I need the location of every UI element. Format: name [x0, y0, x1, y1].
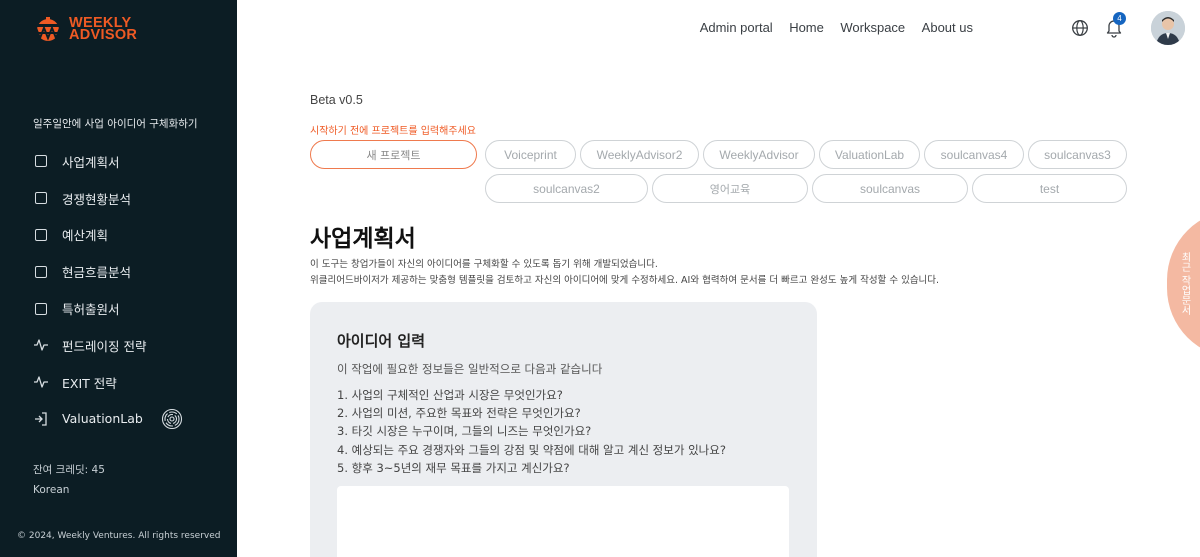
project-pill[interactable]: WeeklyAdvisor2: [580, 140, 699, 169]
idea-input-card: 아이디어 입력 이 작업에 필요한 정보들은 일반적으로 다음과 같습니다 1.…: [310, 302, 817, 557]
recent-documents-tab[interactable]: 최근 작업문서: [1167, 210, 1200, 358]
sidebar-section-title: 일주일안에 사업 아이디어 구체화하기: [33, 118, 198, 130]
top-nav: Admin portal Home Workspace About us: [700, 20, 973, 35]
sidebar-item-label: ValuationLab: [62, 411, 143, 427]
checkbox-icon: [33, 227, 49, 243]
card-title: 아이디어 입력: [337, 332, 426, 350]
checkbox-icon: [33, 264, 49, 280]
globe-icon[interactable]: [1071, 19, 1089, 37]
project-pill[interactable]: soulcanvas: [812, 174, 968, 203]
logo-mark-icon: [34, 17, 62, 41]
language-selector[interactable]: Korean: [33, 484, 69, 496]
list-item: 1. 사업의 구체적인 산업과 시장은 무엇인가요?: [337, 388, 563, 402]
nav-link-workspace[interactable]: Workspace: [840, 20, 905, 35]
list-item: 4. 예상되는 주요 경쟁자와 그들의 강점 및 약점에 대해 알고 계신 정보…: [337, 442, 726, 457]
nav-link-about-us[interactable]: About us: [922, 20, 973, 35]
card-subtitle: 이 작업에 필요한 정보들은 일반적으로 다음과 같습니다: [337, 362, 603, 376]
project-pill[interactable]: test: [972, 174, 1127, 203]
sidebar-item-label: 경쟁현황분석: [62, 191, 132, 207]
sidebar-item-label: EXIT 전략: [62, 375, 117, 391]
sidebar-item-budget-plan[interactable]: 예산계획: [33, 217, 233, 254]
login-icon: [33, 411, 49, 427]
sidebar-item-cashflow-analysis[interactable]: 현금흐름분석: [33, 253, 233, 290]
sidebar-item-label: 펀드레이징 전략: [62, 338, 147, 354]
sidebar-item-competition-analysis[interactable]: 경쟁현황분석: [33, 180, 233, 217]
recent-documents-label: 최근 작업문서: [1179, 252, 1190, 316]
sidebar-item-business-plan[interactable]: 사업계획서: [33, 143, 233, 180]
sidebar-item-patent-application[interactable]: 특허출원서: [33, 290, 233, 327]
brand-line2: ADVISOR: [69, 27, 138, 43]
notification-badge: 4: [1113, 12, 1126, 25]
copyright: © 2024, Weekly Ventures. All rights rese…: [17, 531, 221, 541]
project-warning: 시작하기 전에 프로젝트를 입력해주세요: [310, 126, 476, 137]
activity-icon: [33, 374, 49, 390]
brand-name: WEEKLY ADVISOR: [69, 16, 138, 43]
avatar[interactable]: [1151, 11, 1185, 45]
nav-link-admin-portal[interactable]: Admin portal: [700, 20, 773, 35]
project-pill[interactable]: WeeklyAdvisor: [703, 140, 815, 169]
project-pill[interactable]: soulcanvas3: [1028, 140, 1127, 169]
nav-link-home[interactable]: Home: [789, 20, 824, 35]
list-item: 3. 타깃 시장은 누구이며, 그들의 니즈는 무엇인가요?: [337, 424, 592, 439]
checkbox-icon: [33, 153, 49, 169]
sidebar-item-valuationlab[interactable]: ValuationLab: [33, 401, 233, 438]
page-description-1: 이 도구는 창업가들이 자신의 아이디어를 구체화할 수 있도록 돕기 위해 개…: [310, 259, 658, 270]
checkbox-icon: [33, 301, 49, 317]
activity-icon: [33, 337, 49, 353]
sidebar-item-label: 사업계획서: [62, 154, 120, 170]
sidebar-nav: 사업계획서 경쟁현황분석 예산계획 현금흐름분석 특허출원서 펀드레이징 전략: [33, 143, 233, 437]
version-label: Beta v0.5: [310, 93, 363, 107]
checkbox-icon: [33, 190, 49, 206]
sidebar-item-label: 예산계획: [62, 228, 109, 244]
page-description-2: 위클리어드바이저가 제공하는 맞춤형 템플릿을 검토하고 자신의 아이디어에 맞…: [310, 275, 940, 286]
list-item: 5. 향후 3~5년의 재무 목표를 가지고 계신가요?: [337, 460, 570, 475]
project-pill[interactable]: 영어교육: [652, 174, 808, 203]
project-pill[interactable]: soulcanvas4: [924, 140, 1024, 169]
sidebar-item-exit-strategy[interactable]: EXIT 전략: [33, 364, 233, 401]
project-pill[interactable]: ValuationLab: [819, 140, 920, 169]
credits-remaining: 잔여 크레딧: 45: [33, 464, 105, 476]
page-title: 사업계획서: [310, 226, 416, 252]
sidebar-item-label: 특허출원서: [62, 302, 120, 318]
sidebar: WEEKLY ADVISOR 일주일안에 사업 아이디어 구체화하기 사업계획서…: [0, 0, 237, 557]
project-pill[interactable]: soulcanvas2: [485, 174, 648, 203]
sidebar-item-label: 현금흐름분석: [62, 265, 132, 281]
brand-logo[interactable]: WEEKLY ADVISOR: [32, 14, 137, 44]
list-item: 2. 사업의 미션, 주요한 목표와 전략은 무엇인가요?: [337, 406, 581, 421]
project-pill[interactable]: Voiceprint: [485, 140, 576, 169]
sidebar-item-fundraising-strategy[interactable]: 펀드레이징 전략: [33, 327, 233, 364]
question-list: 1. 사업의 구체적인 산업과 시장은 무엇인가요? 2. 사업의 미션, 주요…: [337, 386, 726, 477]
idea-textarea[interactable]: [337, 486, 789, 557]
fingerprint-icon: [161, 408, 182, 430]
new-project-button[interactable]: 새 프로젝트: [310, 140, 477, 169]
